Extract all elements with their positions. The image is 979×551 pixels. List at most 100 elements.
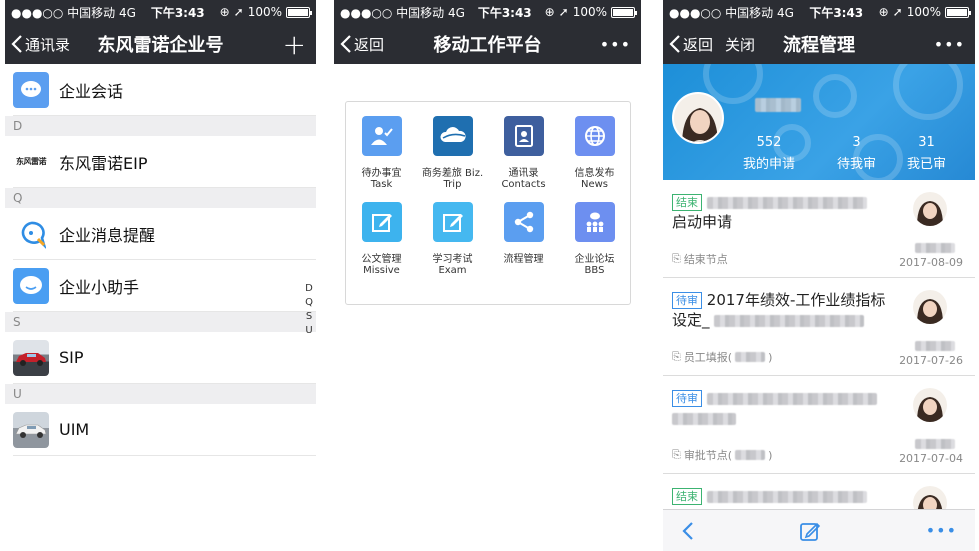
app-bbs[interactable]: 企业论坛 BBS <box>559 202 630 276</box>
app-biz-trip[interactable]: 商务差旅 Biz. Trip <box>417 116 488 190</box>
app-label: 通讯录 <box>508 168 539 179</box>
list-item-label: SIP <box>59 348 84 367</box>
section-header-q: Q <box>5 188 316 208</box>
status-badge: 结束 <box>672 488 702 505</box>
list-item-enterprise-chat[interactable]: 企业会话 <box>13 64 316 116</box>
battery-percent: 100% <box>247 5 282 19</box>
app-sublabel: News <box>580 179 609 190</box>
stat-pending-review[interactable]: 3 待我审 <box>837 135 876 172</box>
redacted-text <box>735 352 766 362</box>
list-item-label: 企业消息提醒 <box>59 225 156 245</box>
app-missive[interactable]: 公文管理 Missive <box>346 202 417 276</box>
index-letter-q[interactable]: Q <box>304 296 314 310</box>
share-flow-icon <box>503 202 544 242</box>
node-icon: ⎘ <box>672 448 681 461</box>
status-badge: 待审 <box>672 292 702 309</box>
section-header-u: U <box>5 384 316 404</box>
node-label-suffix: ) <box>768 350 773 364</box>
stat-my-requests[interactable]: 552 我的申请 <box>743 135 795 172</box>
location-icon: ➚ <box>233 5 244 19</box>
avatar[interactable] <box>672 92 724 144</box>
toolbar-back-button[interactable] <box>681 520 695 542</box>
back-label: 返回 <box>683 35 714 54</box>
app-flow-management[interactable]: 流程管理 <box>488 202 559 276</box>
dongfeng-renault-logo: 东风雷诺 <box>16 157 47 166</box>
node-icon: ⎘ <box>672 252 681 265</box>
app-sublabel: Contacts <box>501 179 546 190</box>
app-task[interactable]: 待办事宜 Task <box>346 116 417 190</box>
list-item-sip[interactable]: SIP <box>13 332 316 384</box>
redacted-name <box>755 98 801 112</box>
more-menu-button[interactable]: ••• <box>926 521 957 540</box>
redacted-name <box>915 243 955 253</box>
back-button[interactable]: 返回 <box>669 24 713 64</box>
compose-button[interactable] <box>799 520 821 542</box>
chevron-left-icon <box>11 35 22 53</box>
globe-icon <box>574 116 615 156</box>
stat-reviewed[interactable]: 31 我已审 <box>907 135 946 172</box>
status-bar: ●●●○○ 中国移动 4G 下午3:43 ⊕ ➚ 100% <box>334 0 641 24</box>
contact-list: 企业会话 D 东风雷诺 东风雷诺EIP Q 企业消息提醒 企业小助手 S SIP… <box>5 64 316 456</box>
node-icon: ⎘ <box>672 350 681 363</box>
list-item-label: 企业会话 <box>59 81 124 101</box>
compose-icon <box>800 522 821 541</box>
node-label: 审批节点( <box>683 449 733 462</box>
orientation-lock-icon: ⊕ <box>219 5 230 19</box>
white-car-thumbnail <box>13 411 49 448</box>
avatar <box>913 192 947 226</box>
list-item-uim[interactable]: UIM <box>13 404 316 456</box>
back-label: 通讯录 <box>25 35 71 54</box>
back-button[interactable]: 通讯录 <box>11 24 70 64</box>
more-button[interactable]: ••• <box>934 24 965 64</box>
app-label: 流程管理 <box>503 254 544 265</box>
battery-percent: 100% <box>572 5 607 19</box>
close-button[interactable]: 关闭 <box>725 24 755 64</box>
app-news[interactable]: 信息发布 News <box>559 116 630 190</box>
battery-icon <box>286 6 312 18</box>
task-person-icon <box>361 116 402 156</box>
index-letter-s[interactable]: S <box>304 310 314 324</box>
list-item[interactable]: 结束 启动申请 ⎘ 结束节点 2017-08-09 <box>663 180 975 278</box>
list-item-eip[interactable]: 东风雷诺 东风雷诺EIP <box>13 136 316 188</box>
process-title: 启动申请 <box>672 213 733 231</box>
date-label: 2017-07-26 <box>899 354 963 367</box>
list-item-label: UIM <box>59 420 90 439</box>
list-item-message-alert[interactable]: 企业消息提醒 <box>13 208 316 260</box>
redacted-text <box>706 392 877 405</box>
contacts-screen: ●●●○○ 中国移动 4G 下午3:43 ⊕ ➚ 100% 通讯录 东风雷诺企业… <box>5 0 316 551</box>
assistant-bubble-icon <box>13 267 49 304</box>
app-contacts[interactable]: 通讯录 Contacts <box>488 116 559 190</box>
location-icon: ➚ <box>892 5 903 19</box>
exam-edit-icon <box>432 202 473 242</box>
back-button[interactable]: 返回 <box>340 24 384 64</box>
app-exam[interactable]: 学习考试 Exam <box>417 202 488 276</box>
stat-value: 31 <box>918 135 935 150</box>
stat-label: 我的申请 <box>743 157 796 172</box>
back-label: 返回 <box>354 35 385 54</box>
chevron-left-icon <box>340 35 351 53</box>
list-item[interactable]: 待审 ⎘ 审批节点( ) 2017-07-04 <box>663 376 975 474</box>
index-letter-d[interactable]: D <box>304 282 314 296</box>
status-time: 下午3:43 <box>809 5 864 20</box>
add-button[interactable]: + <box>283 24 306 64</box>
edit-document-icon <box>361 202 402 242</box>
list-item[interactable]: 待审 2017年绩效-工作业绩指标设定_ ⎘ 员工填报( ) 2017-07-2… <box>663 278 975 376</box>
redacted-text <box>706 490 867 503</box>
avatar <box>913 290 947 324</box>
message-alert-icon <box>13 216 49 252</box>
battery-icon <box>611 6 637 18</box>
node-label: 员工填报( <box>683 351 733 364</box>
gear-decoration-icon <box>893 64 963 120</box>
node-label: 结束节点 <box>683 253 728 266</box>
app-label: 企业论坛 <box>574 254 615 265</box>
app-label: 信息发布 <box>574 168 615 179</box>
date-label: 2017-07-04 <box>899 452 963 465</box>
app-label: 待办事宜 <box>361 168 402 179</box>
redacted-text <box>714 314 865 327</box>
battery-percent: 100% <box>906 5 941 19</box>
more-button[interactable]: ••• <box>600 24 631 64</box>
carrier-label: ●●●○○ 中国移动 4G <box>669 5 794 20</box>
list-item-assistant[interactable]: 企业小助手 <box>13 260 316 312</box>
app-grid: 待办事宜 Task 商务差旅 Biz. Trip 通讯录 Contacts 信息… <box>346 102 630 276</box>
index-letter-u[interactable]: U <box>304 324 314 338</box>
